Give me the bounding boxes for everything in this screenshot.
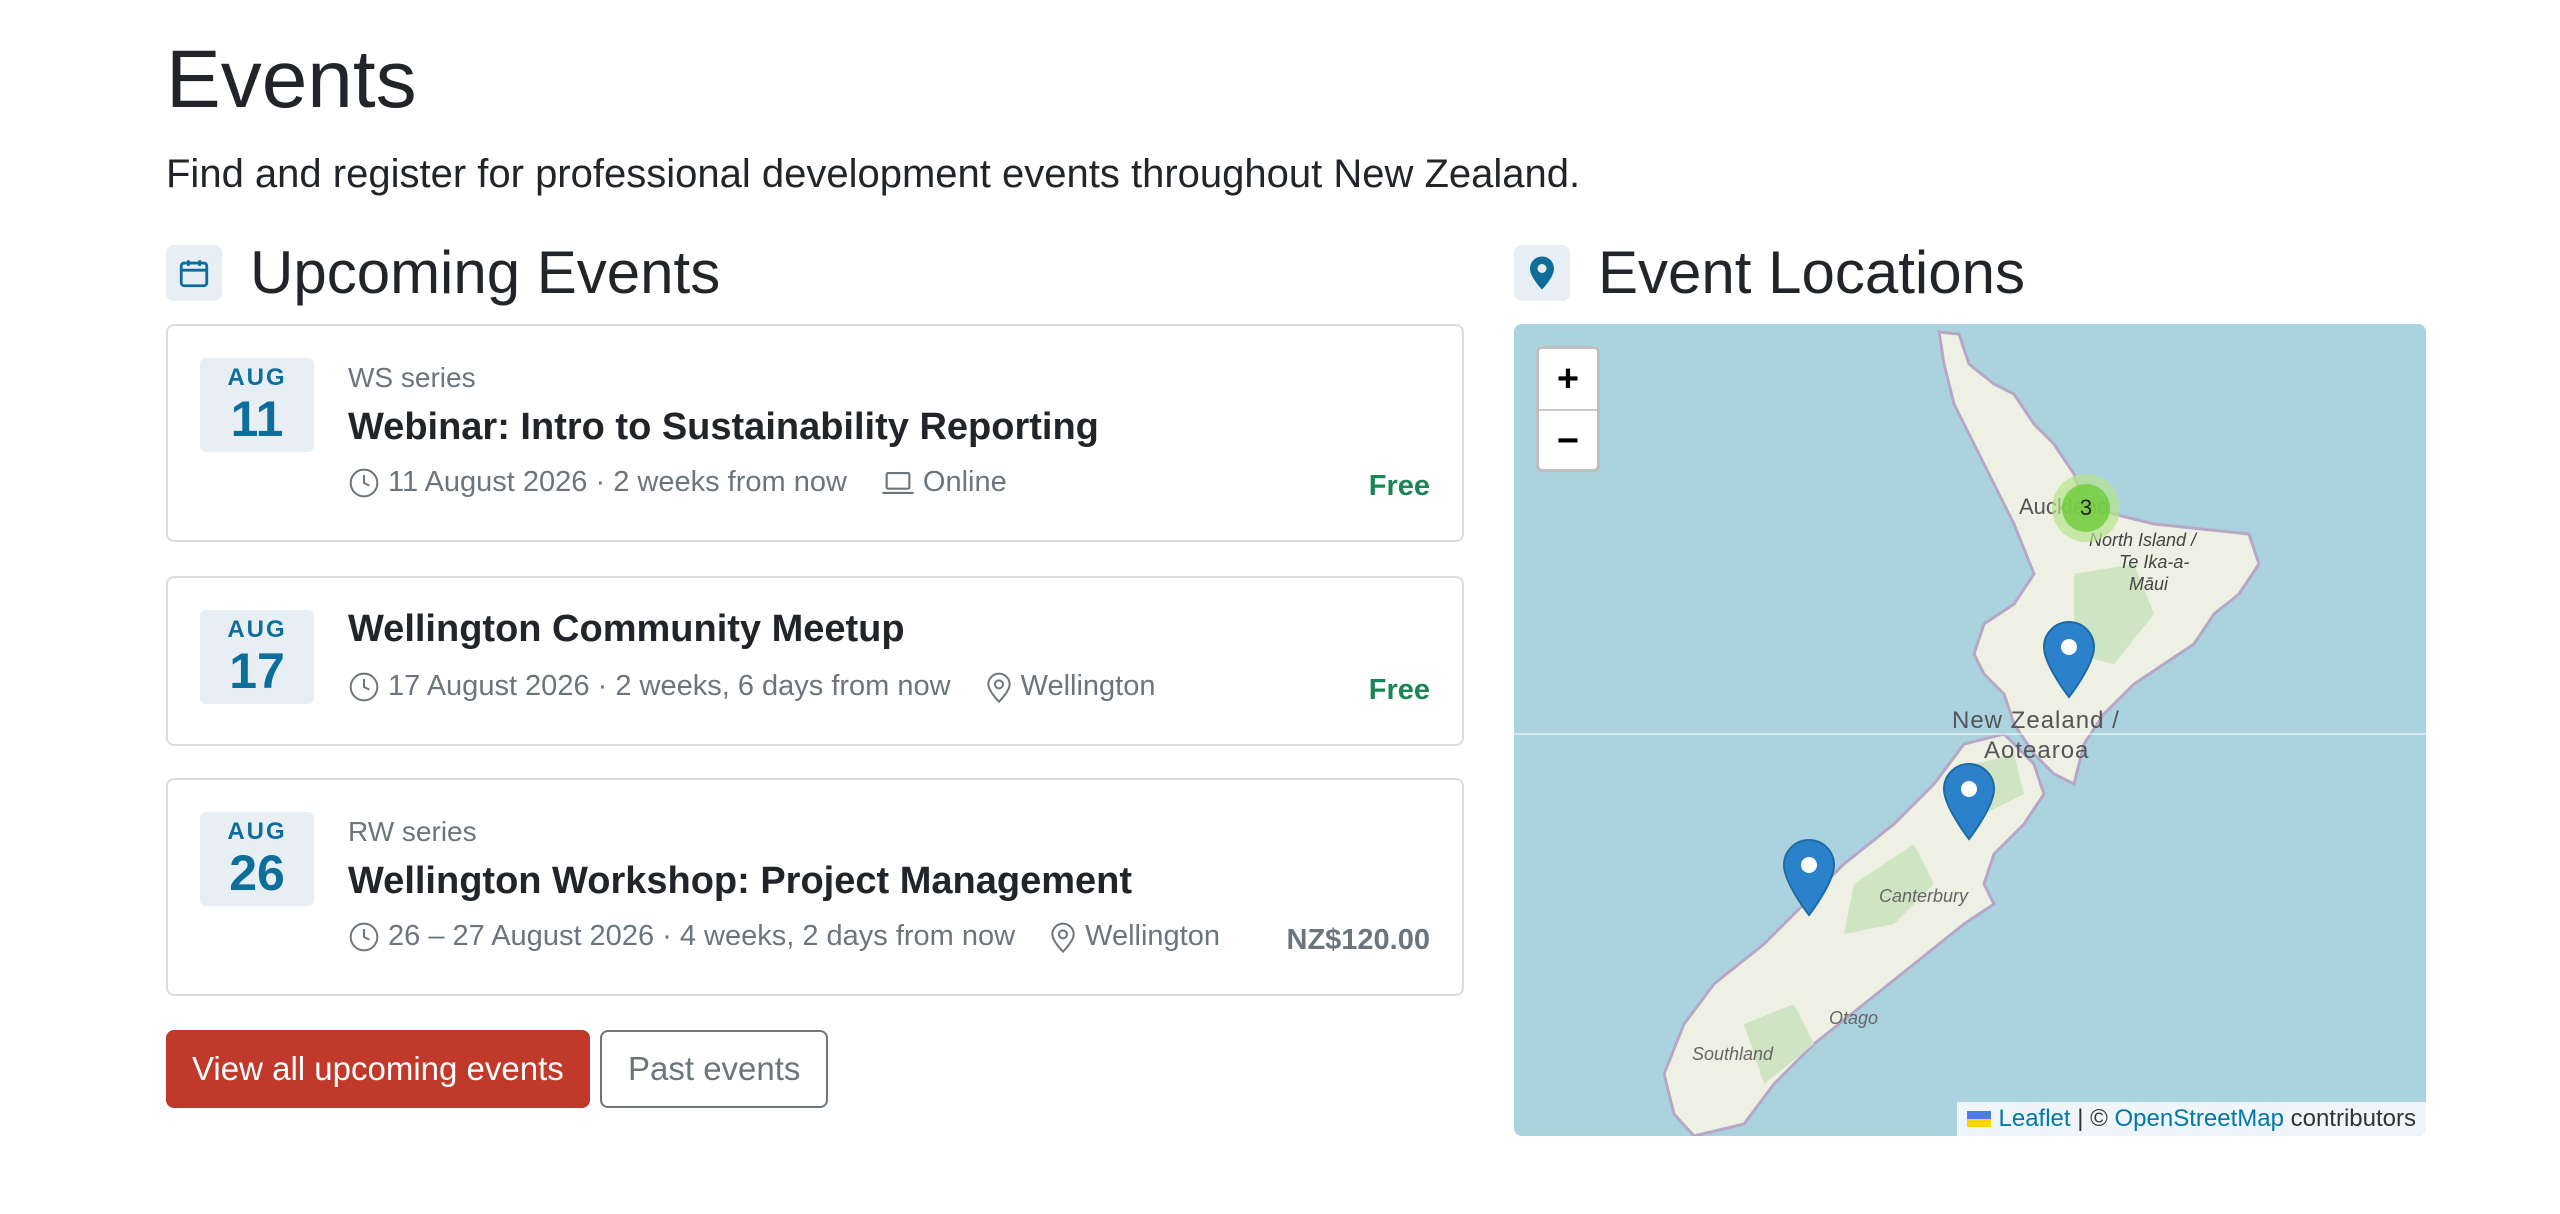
event-location: Wellington xyxy=(1049,920,1220,953)
attribution-separator: | © xyxy=(2077,1105,2108,1132)
event-card[interactable]: AUG 11 WS series Webinar: Intro to Susta… xyxy=(166,324,1464,542)
marker-cluster[interactable]: 3 xyxy=(2052,474,2120,542)
zoom-out-button[interactable]: − xyxy=(1539,409,1597,469)
event-card[interactable]: AUG 26 RW series Wellington Workshop: Pr… xyxy=(166,778,1464,996)
event-meta: 17 August 2026 · 2 weeks, 6 days from no… xyxy=(348,670,1156,703)
map-pin-icon xyxy=(1051,922,1075,953)
event-date-badge: AUG 11 xyxy=(200,358,314,452)
zoom-in-button[interactable]: + xyxy=(1539,349,1597,409)
event-where: Wellington xyxy=(1085,920,1220,952)
event-month: AUG xyxy=(227,818,287,845)
label-north-island: Te Ika-a- xyxy=(2119,552,2189,572)
upcoming-events-header: Upcoming Events xyxy=(166,240,720,306)
laptop-icon xyxy=(882,471,914,494)
event-month: AUG xyxy=(227,364,287,391)
label-southland: Southland xyxy=(1692,1044,1774,1064)
event-where: Online xyxy=(922,466,1007,498)
zoom-control: + − xyxy=(1536,346,1600,472)
event-price: NZ$120.00 xyxy=(1286,924,1431,956)
label-nz: Aotearoa xyxy=(1984,737,2089,764)
event-where: Wellington xyxy=(1020,670,1156,702)
event-locations-header: Event Locations xyxy=(1514,240,2025,306)
clock-icon xyxy=(349,672,379,701)
event-location: Wellington xyxy=(985,670,1156,703)
event-title-link[interactable]: Wellington Community Meetup xyxy=(348,608,905,651)
event-day: 26 xyxy=(229,845,285,901)
event-when: 26 – 27 August 2026 · 4 weeks, 2 days fr… xyxy=(388,920,1016,952)
event-title-link[interactable]: Webinar: Intro to Sustainability Reporti… xyxy=(348,406,1099,449)
attribution-contributors: contributors xyxy=(2290,1105,2416,1132)
event-day: 11 xyxy=(230,391,284,447)
leaflet-link[interactable]: Leaflet xyxy=(1999,1102,2071,1136)
event-month: AUG xyxy=(227,616,287,643)
map-attribution: Leaflet | © OpenStreetMap contributors xyxy=(1956,1102,2426,1136)
calendar-icon xyxy=(166,245,222,301)
openstreetmap-link[interactable]: OpenStreetMap xyxy=(2115,1102,2284,1136)
upcoming-events-heading: Upcoming Events xyxy=(250,239,721,306)
event-when: 17 August 2026 · 2 weeks, 6 days from no… xyxy=(388,670,951,702)
map-pin-icon xyxy=(986,672,1011,703)
event-card[interactable]: AUG 17 Wellington Community Meetup 17 Au… xyxy=(166,576,1464,746)
label-canterbury: Canterbury xyxy=(1879,886,1969,906)
cluster-count: 3 xyxy=(2080,495,2092,520)
clock-icon xyxy=(349,468,379,497)
view-all-events-button[interactable]: View all upcoming events xyxy=(166,1030,590,1108)
page-lead: Find and register for professional devel… xyxy=(166,152,1581,196)
event-price: Free xyxy=(1368,470,1430,502)
event-series: WS series xyxy=(348,362,476,393)
map-tiles[interactable]: Auckland North Island / Te Ika-a- Māui N… xyxy=(1514,324,2426,1136)
event-price: Free xyxy=(1368,674,1430,706)
event-meta: 26 – 27 August 2026 · 4 weeks, 2 days fr… xyxy=(348,920,1220,953)
page-title: Events xyxy=(166,34,417,125)
past-events-button[interactable]: Past events xyxy=(600,1030,829,1108)
event-day: 17 xyxy=(229,643,285,699)
event-series: RW series xyxy=(348,816,477,847)
location-pin-icon xyxy=(1514,245,1570,301)
event-date-badge: AUG 17 xyxy=(200,610,314,704)
label-nz: New Zealand / xyxy=(1952,707,2120,734)
event-date-badge: AUG 26 xyxy=(200,812,314,906)
event-location: Online xyxy=(881,466,1007,499)
event-map[interactable]: Auckland North Island / Te Ika-a- Māui N… xyxy=(1514,324,2426,1136)
event-title-link[interactable]: Wellington Workshop: Project Management xyxy=(348,860,1132,903)
ukraine-flag-icon xyxy=(1966,1111,1991,1127)
label-otago: Otago xyxy=(1829,1008,1878,1028)
event-when: 11 August 2026 · 2 weeks from now xyxy=(388,466,847,498)
event-meta: 11 August 2026 · 2 weeks from now Online xyxy=(348,466,1007,499)
clock-icon xyxy=(349,922,379,951)
event-locations-heading: Event Locations xyxy=(1598,239,2025,306)
label-north-island: Māui xyxy=(2129,574,2169,594)
